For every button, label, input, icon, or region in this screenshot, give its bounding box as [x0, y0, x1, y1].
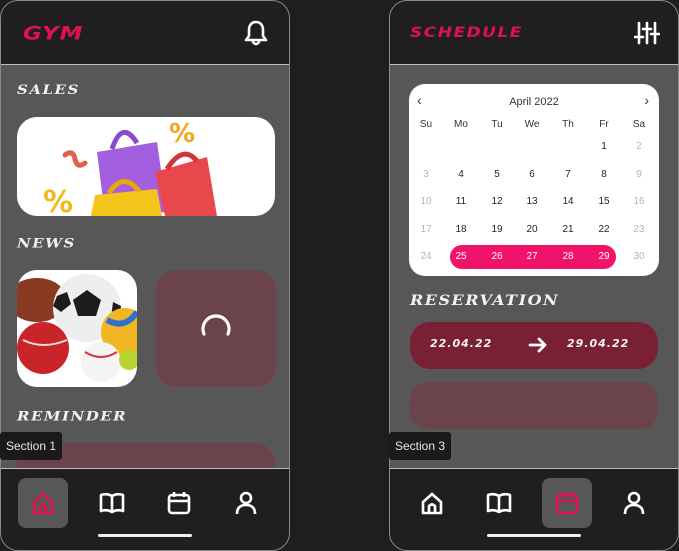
calendar-day[interactable]: 23	[624, 219, 654, 241]
calendar-day[interactable]: 8	[589, 164, 619, 186]
calendar-day[interactable]: 22	[589, 219, 619, 241]
calendar-day[interactable]: 16	[624, 191, 654, 213]
weekday-label: Tu	[491, 119, 503, 130]
calendar-day[interactable]: 17	[411, 219, 441, 241]
calendar-day[interactable]: 6	[517, 164, 547, 186]
section-label-3: Section 3	[389, 432, 452, 460]
loading-spinner-icon	[201, 314, 231, 336]
home-icon	[421, 492, 443, 515]
calendar-day[interactable]: 30	[624, 246, 654, 268]
weekday-label: Mo	[454, 119, 468, 130]
calendar-day[interactable]: 15	[589, 191, 619, 213]
nav-book-button[interactable]	[87, 478, 137, 528]
sales-heading: SALES	[17, 82, 80, 98]
reservation-placeholder[interactable]	[410, 382, 658, 429]
calendar-day[interactable]: 11	[446, 191, 476, 213]
weekday-label: We	[524, 119, 540, 130]
calendar-day[interactable]: 14	[553, 191, 583, 213]
section-label-1: Section 1	[0, 432, 63, 460]
calendar-day[interactable]: 5	[482, 164, 512, 186]
home-indicator	[487, 534, 581, 537]
calendar-day[interactable]: 9	[624, 164, 654, 186]
calendar-icon	[555, 492, 579, 515]
gym-home-screen: GYM SALES % % NEWS REMINDER	[0, 0, 290, 551]
calendar-widget: ‹ April 2022 › Su Mo Tu We Th Fr Sa 1 2 3 4 5 6 7 8 9 10…	[409, 84, 659, 276]
next-month-icon[interactable]: ›	[644, 92, 649, 108]
nav-calendar-button[interactable]	[154, 478, 204, 528]
home-icon	[32, 492, 54, 515]
top-bar: GYM	[1, 1, 289, 65]
app-logo: GYM	[23, 23, 84, 45]
weekday-label: Sa	[632, 119, 646, 130]
calendar-day[interactable]: 20	[517, 219, 547, 241]
calendar-day[interactable]: 13	[517, 191, 547, 213]
calendar-day[interactable]: 25	[446, 246, 476, 268]
bottom-nav	[1, 468, 289, 550]
weekday-label: Fr	[599, 119, 609, 130]
nav-home-button[interactable]	[18, 478, 68, 528]
gym-schedule-screen: SCHEDULE ‹ April 2022 › Su Mo Tu We Th Fr Sa 1 2…	[389, 0, 679, 551]
nav-calendar-button[interactable]	[542, 478, 592, 528]
calendar-day[interactable]: 26	[482, 246, 512, 268]
book-icon	[486, 492, 512, 514]
screen-title: SCHEDULE	[410, 24, 523, 42]
calendar-day[interactable]: 18	[446, 219, 476, 241]
nav-profile-button[interactable]	[609, 478, 659, 528]
calendar-day[interactable]: 4	[446, 164, 476, 186]
calendar-icon	[167, 492, 191, 515]
calendar-day[interactable]: 2	[624, 136, 654, 158]
news-heading: NEWS	[17, 235, 76, 251]
calendar-day[interactable]: 21	[553, 219, 583, 241]
arrow-right-icon	[528, 337, 547, 353]
svg-text:%: %	[169, 119, 195, 149]
reservation-end-date: 29.04.22	[567, 337, 630, 350]
reservation-start-date: 22.04.22	[430, 337, 493, 350]
reservation-pill[interactable]: 22.04.22 29.04.22	[410, 322, 658, 369]
calendar-day[interactable]: 27	[517, 246, 547, 268]
bell-icon[interactable]	[243, 19, 269, 47]
filter-sliders-icon[interactable]	[633, 19, 661, 47]
calendar-day[interactable]: 24	[411, 246, 441, 268]
nav-profile-button[interactable]	[221, 478, 271, 528]
bottom-nav	[390, 468, 678, 550]
shopping-bags-image: % %	[43, 119, 217, 216]
reservation-heading: RESERVATION	[410, 292, 560, 309]
calendar-day[interactable]: 29	[589, 246, 619, 268]
reminder-heading: REMINDER	[17, 408, 128, 424]
weekday-label: Su	[419, 119, 433, 130]
top-bar: SCHEDULE	[390, 1, 678, 65]
calendar-day[interactable]: 1	[589, 136, 619, 158]
calendar-month: April 2022	[509, 96, 559, 108]
nav-home-button[interactable]	[407, 478, 457, 528]
calendar-day[interactable]: 10	[411, 191, 441, 213]
user-icon	[235, 491, 257, 515]
svg-text:%: %	[43, 185, 73, 216]
calendar-day[interactable]: 3	[411, 164, 441, 186]
nav-book-button[interactable]	[474, 478, 524, 528]
news-card-loading[interactable]	[156, 270, 276, 387]
calendar-day[interactable]: 19	[482, 219, 512, 241]
calendar-day[interactable]: 7	[553, 164, 583, 186]
book-icon	[99, 492, 125, 514]
calendar-day[interactable]: 28	[553, 246, 583, 268]
home-indicator	[98, 534, 192, 537]
sports-balls-image	[17, 274, 137, 382]
weekday-label: Th	[562, 119, 574, 130]
news-card-sports[interactable]	[17, 270, 137, 387]
user-icon	[623, 491, 645, 515]
calendar-day[interactable]: 12	[482, 191, 512, 213]
sales-banner[interactable]: % %	[17, 117, 275, 216]
